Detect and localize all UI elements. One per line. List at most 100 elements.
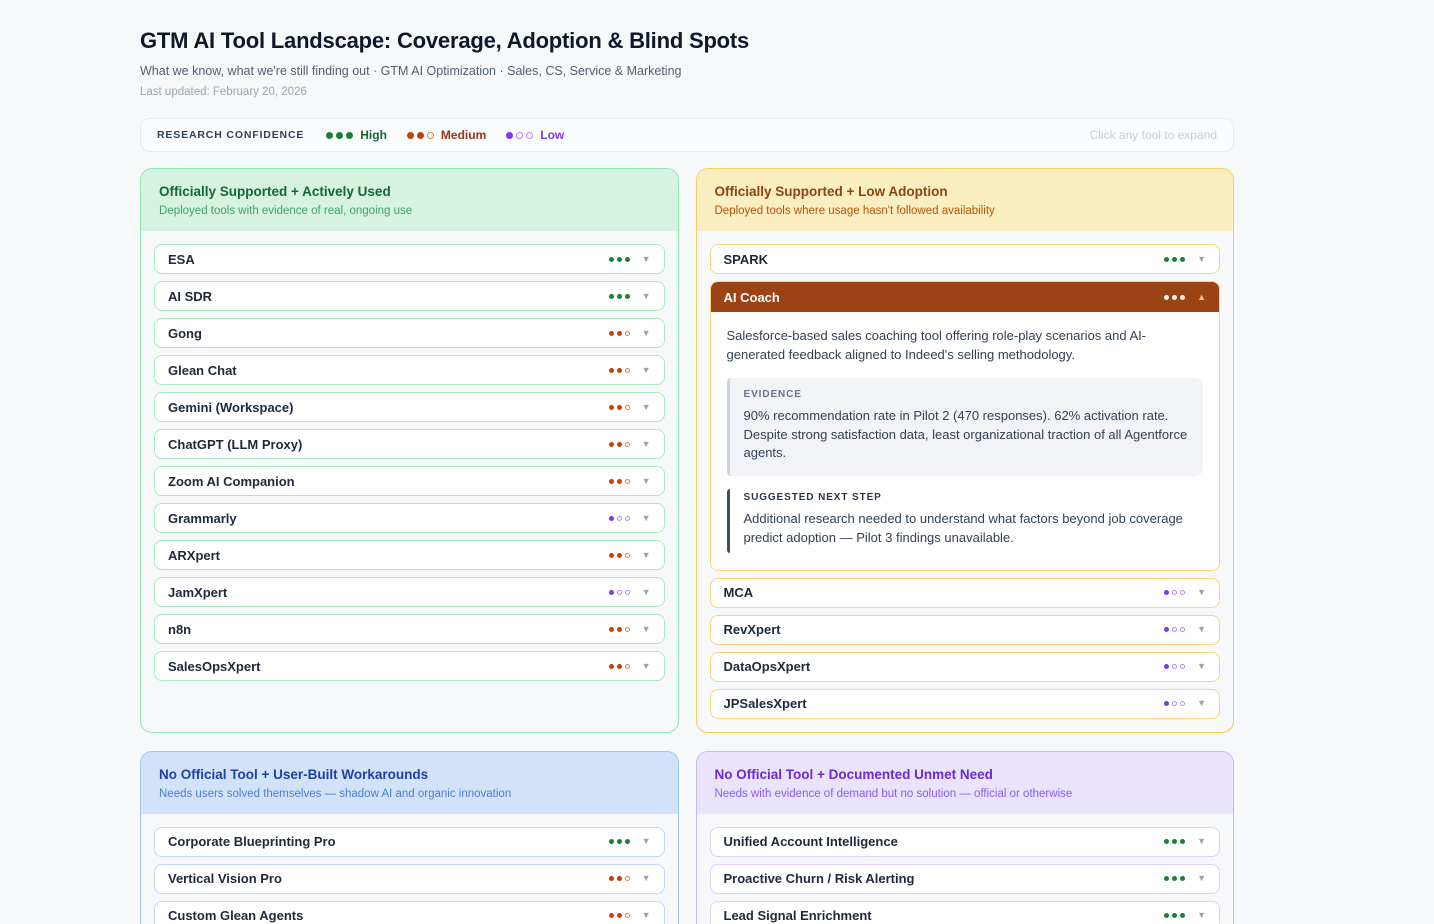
confidence-dot bbox=[1180, 839, 1186, 845]
tool-name: ChatGPT (LLM Proxy) bbox=[168, 436, 303, 452]
confidence-dots bbox=[608, 589, 630, 595]
legend-dot bbox=[426, 131, 434, 139]
confidence-dots bbox=[1164, 876, 1186, 882]
confidence-dot bbox=[608, 876, 614, 882]
quadrant-user-built-workarounds: No Official Tool + User-Built Workaround… bbox=[140, 750, 679, 924]
confidence-dot bbox=[1180, 294, 1186, 300]
tool-description: Salesforce-based sales coaching tool off… bbox=[726, 328, 1147, 362]
evidence-text: 90% recommendation rate in Pilot 2 (470 … bbox=[743, 407, 1188, 461]
quadrant-documented-unmet-need: No Official Tool + Documented Unmet Need… bbox=[695, 750, 1234, 924]
confidence-dot bbox=[1172, 876, 1178, 882]
tool-row[interactable]: ESA ▼ bbox=[154, 244, 665, 274]
legend-dot bbox=[406, 131, 414, 139]
tool-list: SPARK ▼ AI Coach ▲ Salesforce-based sale… bbox=[697, 231, 1234, 732]
chevron-up-icon: ▲ bbox=[1197, 291, 1206, 302]
tool-row[interactable]: n8n ▼ bbox=[154, 614, 665, 644]
confidence-dots bbox=[608, 330, 630, 336]
quadrant-subtitle: Deployed tools where usage hasn't follow… bbox=[714, 205, 995, 217]
tool-row[interactable]: Lead Signal Enrichment ▼ bbox=[709, 900, 1220, 924]
tool-name: DataOpsXpert bbox=[723, 659, 811, 675]
tool-detail: Salesforce-based sales coaching tool off… bbox=[711, 312, 1220, 570]
legend-dot bbox=[506, 131, 514, 139]
tool-row[interactable]: SPARK ▼ bbox=[709, 244, 1220, 274]
quadrant-subtitle: Deployed tools with evidence of real, on… bbox=[159, 205, 413, 217]
confidence-dot bbox=[1172, 294, 1178, 300]
tool-row[interactable]: ChatGPT (LLM Proxy) ▼ bbox=[154, 429, 665, 459]
tool-row[interactable]: Vertical Vision Pro ▼ bbox=[154, 863, 665, 894]
tool-row[interactable]: SalesOpsXpert ▼ bbox=[154, 651, 665, 681]
chevron-down-icon: ▼ bbox=[641, 512, 651, 523]
tool-name: Glean Chat bbox=[168, 362, 237, 378]
page: GTM AI Tool Landscape: Coverage, Adoptio… bbox=[140, 0, 1234, 924]
tool-row[interactable]: Gong ▼ bbox=[154, 318, 665, 348]
confidence-dot bbox=[624, 367, 630, 373]
confidence-dot bbox=[1164, 839, 1170, 845]
confidence-dot bbox=[1172, 701, 1178, 707]
tool-row[interactable]: Gemini (Workspace) ▼ bbox=[154, 392, 665, 422]
tool-name: AI SDR bbox=[168, 288, 213, 304]
tool-row[interactable]: Unified Account Intelligence ▼ bbox=[709, 826, 1220, 857]
tool-row[interactable]: Corporate Blueprinting Pro ▼ bbox=[154, 826, 665, 857]
confidence-dot bbox=[608, 515, 614, 521]
chevron-down-icon: ▼ bbox=[641, 401, 651, 412]
quadrant-subtitle: Needs users solved themselves — shadow A… bbox=[159, 787, 512, 800]
tool-row[interactable]: Custom Glean Agents ▼ bbox=[154, 900, 665, 924]
chevron-down-icon: ▼ bbox=[1197, 873, 1206, 884]
chevron-down-icon: ▼ bbox=[641, 660, 651, 671]
tool-row[interactable]: Grammarly ▼ bbox=[154, 503, 665, 533]
confidence-dot bbox=[608, 913, 614, 919]
tool-row[interactable]: Proactive Churn / Risk Alerting ▼ bbox=[709, 863, 1220, 894]
confidence-dot bbox=[624, 876, 630, 882]
chevron-down-icon: ▼ bbox=[1197, 910, 1206, 921]
chevron-down-icon: ▼ bbox=[641, 253, 651, 264]
confidence-dot bbox=[616, 293, 622, 299]
tool-row[interactable]: ARXpert ▼ bbox=[154, 540, 665, 570]
confidence-dot bbox=[1172, 627, 1178, 633]
tool-row[interactable]: RevXpert ▼ bbox=[709, 614, 1220, 645]
chevron-down-icon: ▼ bbox=[641, 549, 651, 560]
confidence-dot bbox=[608, 404, 614, 410]
confidence-dots bbox=[608, 256, 630, 262]
tool-name: Vertical Vision Pro bbox=[168, 871, 282, 887]
next-step-label: SUGGESTED NEXT STEP bbox=[743, 492, 882, 504]
tool-name: Gemini (Workspace) bbox=[168, 399, 294, 415]
confidence-dot bbox=[1172, 839, 1178, 845]
quadrant-header: No Official Tool + Documented Unmet Need… bbox=[696, 751, 1233, 814]
confidence-dot bbox=[1172, 913, 1178, 919]
confidence-dot bbox=[624, 441, 630, 447]
confidence-dot bbox=[1180, 701, 1186, 707]
tool-row[interactable]: Zoom AI Companion ▼ bbox=[154, 466, 665, 496]
confidence-dot bbox=[616, 839, 622, 845]
tool-name: Gong bbox=[168, 325, 202, 341]
tool-name: SPARK bbox=[723, 251, 769, 267]
tool-name: Corporate Blueprinting Pro bbox=[168, 834, 336, 850]
quadrant-subtitle: Needs with evidence of demand but no sol… bbox=[714, 787, 1073, 800]
evidence-label: EVIDENCE bbox=[743, 388, 802, 400]
confidence-dots bbox=[608, 478, 630, 484]
tool-row[interactable]: AI SDR ▼ bbox=[154, 281, 665, 311]
confidence-dot bbox=[616, 552, 622, 558]
confidence-dots bbox=[608, 293, 630, 299]
chevron-down-icon: ▼ bbox=[641, 475, 651, 486]
page-subtitle: What we know, what we're still finding o… bbox=[140, 64, 682, 78]
confidence-dot bbox=[1172, 664, 1178, 670]
confidence-dot bbox=[616, 876, 622, 882]
confidence-dot bbox=[616, 515, 622, 521]
tool-row[interactable]: JPSalesXpert ▼ bbox=[709, 688, 1220, 719]
chevron-down-icon: ▼ bbox=[641, 364, 651, 375]
tool-list: Corporate Blueprinting Pro ▼ Vertical Vi… bbox=[141, 814, 678, 924]
tool-row-expanded-header[interactable]: AI Coach ▲ bbox=[710, 282, 1219, 312]
confidence-dots bbox=[608, 515, 630, 521]
confidence-dot bbox=[1180, 876, 1186, 882]
confidence-dot bbox=[624, 330, 630, 336]
tool-row[interactable]: Glean Chat ▼ bbox=[154, 355, 665, 385]
confidence-dot bbox=[1164, 664, 1170, 670]
tool-row[interactable]: DataOpsXpert ▼ bbox=[709, 651, 1220, 682]
tool-row[interactable]: MCA ▼ bbox=[709, 577, 1220, 608]
confidence-dots bbox=[608, 839, 630, 845]
confidence-dots bbox=[608, 663, 630, 669]
chevron-down-icon: ▼ bbox=[641, 290, 651, 301]
tool-row[interactable]: JamXpert ▼ bbox=[154, 577, 665, 607]
legend-dots bbox=[326, 131, 354, 139]
tool-name: ARXpert bbox=[168, 547, 221, 563]
